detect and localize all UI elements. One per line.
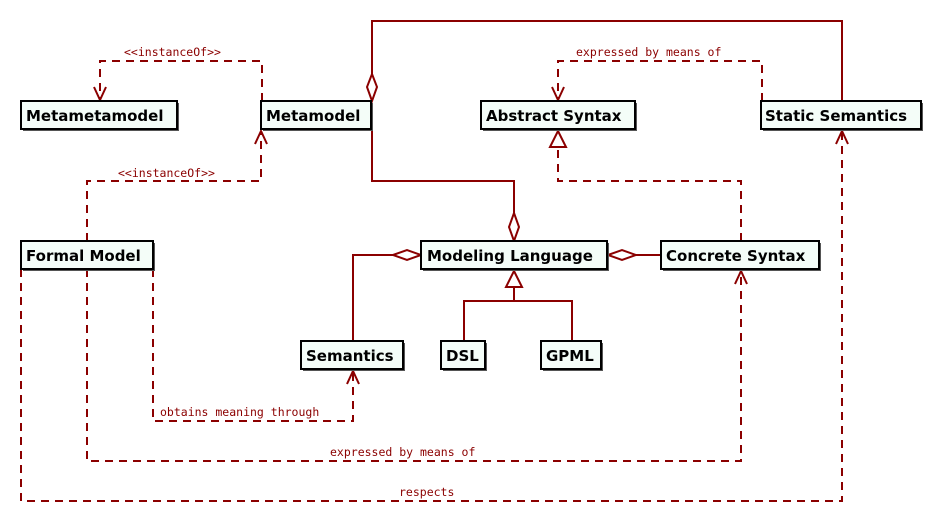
node-label: Abstract Syntax — [486, 107, 622, 125]
generalization-triangle-icon — [504, 268, 524, 288]
node-abstract-syntax[interactable]: Abstract Syntax — [480, 100, 637, 131]
node-label: Static Semantics — [765, 107, 907, 125]
edge-dsl-generalizes-modeling-language — [463, 287, 573, 341]
edge-metamodel-aggregates-static-semantics — [371, 20, 843, 101]
edge-metamodel-instanceof-metametamodel — [99, 60, 263, 101]
diagram-canvas: <<instanceOf>> <<instanceOf>> expressed … — [20, 20, 923, 502]
node-semantics[interactable]: Semantics — [300, 340, 405, 371]
edge-concretesyntax-realizes-abstractsyntax — [557, 147, 742, 241]
node-label: Semantics — [306, 347, 394, 365]
aggregation-diamond-icon — [605, 248, 639, 262]
node-concrete-syntax[interactable]: Concrete Syntax — [660, 240, 821, 271]
edge-staticsemantics-expressed-abstractsyntax — [557, 60, 763, 101]
node-dsl[interactable]: DSL — [440, 340, 487, 371]
edge-semantics-to-modeling-language — [352, 254, 393, 341]
node-static-semantics[interactable]: Static Semantics — [760, 100, 923, 131]
aggregation-diamond-icon — [390, 248, 424, 262]
edge-formalmodel-instanceof-metamodel — [86, 132, 262, 241]
node-formal-model[interactable]: Formal Model — [20, 240, 155, 271]
aggregation-diamond-icon — [507, 210, 521, 244]
node-metametamodel[interactable]: Metametamodel — [20, 100, 179, 131]
edge-label-expressed-1: expressed by means of — [576, 45, 721, 59]
edge-label-instanceof-1: <<instanceOf>> — [124, 45, 221, 59]
node-metamodel[interactable]: Metamodel — [260, 100, 373, 131]
node-modeling-language[interactable]: Modeling Language — [420, 240, 609, 271]
node-label: GPML — [546, 347, 594, 365]
aggregation-diamond-icon — [365, 71, 379, 104]
edge-metamodel-to-modeling-language — [371, 128, 515, 213]
realization-triangle-icon — [548, 128, 568, 148]
node-label: Metamodel — [266, 107, 360, 125]
node-label: DSL — [446, 347, 479, 365]
node-label: Metametamodel — [26, 107, 163, 125]
edge-label-obtains-meaning: obtains meaning through — [160, 405, 319, 419]
node-label: Modeling Language — [427, 247, 593, 265]
node-label: Formal Model — [26, 247, 141, 265]
edge-label-instanceof-2: <<instanceOf>> — [118, 166, 215, 180]
edge-label-respects: respects — [399, 485, 454, 499]
edge-formalmodel-expressed-concretesyntax — [86, 269, 742, 462]
node-gpml[interactable]: GPML — [540, 340, 603, 371]
node-label: Concrete Syntax — [666, 247, 806, 265]
edge-label-expressed-2: expressed by means of — [330, 445, 475, 459]
